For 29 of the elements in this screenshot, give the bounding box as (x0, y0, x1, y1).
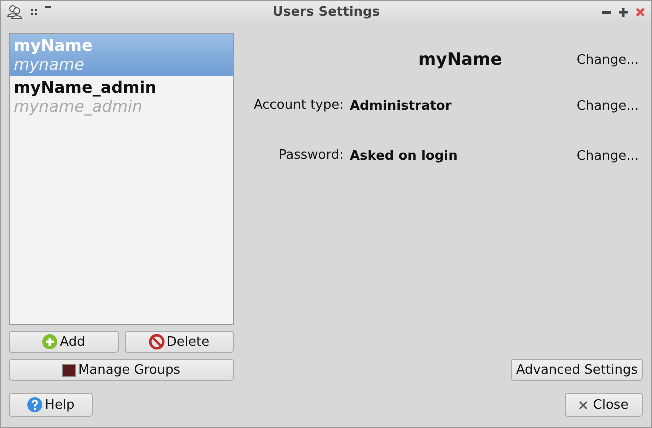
user-login: myname (14, 55, 86, 74)
window-title: Users Settings (272, 4, 382, 20)
field-label: Password: (278, 147, 344, 165)
user-name: myName (14, 36, 94, 55)
users-icon (7, 4, 23, 20)
help-icon (27, 397, 44, 413)
add-button[interactable]: Add (9, 331, 118, 353)
change-link[interactable]: Change... (576, 52, 643, 68)
manage-groups-button[interactable]: Manage Groups (9, 359, 234, 381)
user-display-name: myName (418, 50, 504, 70)
change-link[interactable]: Change... (576, 98, 643, 114)
grip-icon[interactable] (31, 9, 37, 15)
advanced-settings-button[interactable]: Advanced Settings (511, 359, 643, 381)
delete-button[interactable]: Delete (124, 331, 234, 353)
user-login: myname_admin (14, 97, 144, 116)
maximize-icon[interactable] (619, 8, 628, 16)
field-label: Account type: (252, 97, 344, 115)
help-button[interactable]: Help (9, 393, 93, 417)
close-button[interactable]: Close (565, 393, 643, 417)
minimize-icon[interactable] (602, 10, 611, 14)
plus-icon (42, 334, 58, 350)
change-link[interactable]: Change... (576, 148, 643, 164)
close-icon (579, 400, 588, 410)
field-value: Administrator (350, 98, 453, 114)
field-value: Asked on login (350, 148, 459, 164)
user-item[interactable]: myName_admin myname_admin (10, 76, 233, 118)
close-icon[interactable] (636, 8, 645, 16)
user-name: myName_admin (14, 78, 158, 97)
no-entry-icon (148, 334, 165, 350)
